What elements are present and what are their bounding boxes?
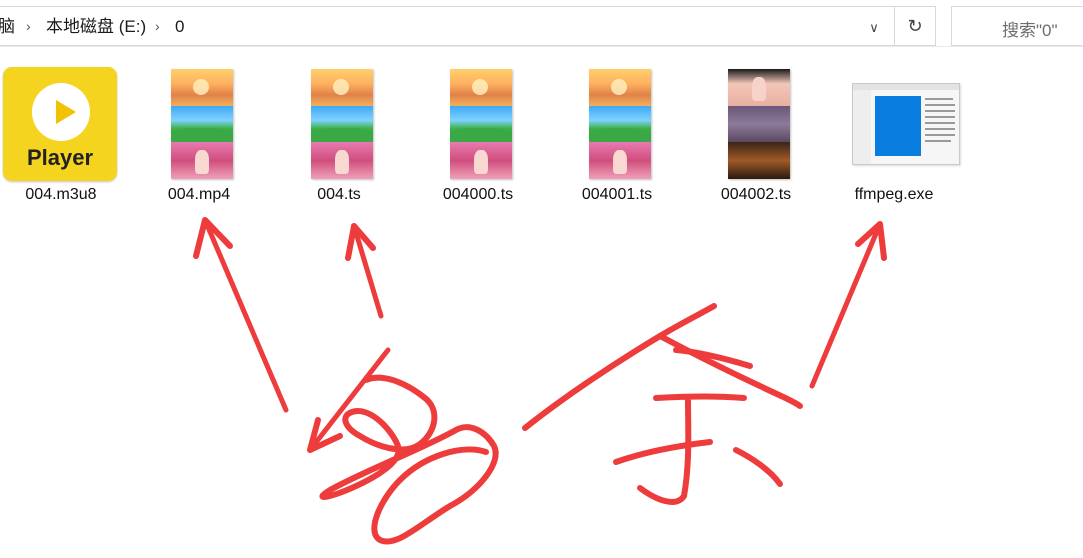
video-thumbnail [171,69,233,179]
video-thumbnail [589,69,651,179]
file-item-004001-ts[interactable]: 004001.ts [556,64,678,214]
file-item-ts[interactable]: 004.ts [278,64,400,214]
refresh-icon[interactable]: ↻ [902,15,928,37]
video-thumbnail [728,69,790,179]
play-icon [56,100,76,124]
file-name: ffmpeg.exe [854,186,934,203]
annotation-strokes [193,217,887,545]
file-item-m3u8[interactable]: Player 004.m3u8 [0,64,122,214]
file-name: 004.ts [317,186,361,203]
breadcrumb-drive-e[interactable]: 本地磁盘 (E:) [46,16,146,38]
file-name: 004.m3u8 [25,186,97,203]
play-circle [32,83,90,141]
chevron-down-icon[interactable]: ∨ [862,17,886,39]
file-name: 004002.ts [720,186,792,203]
handwriting-yu-2 [657,333,803,409]
arrow-down-left [307,347,391,453]
arrow-to-ts [351,223,384,319]
address-bar[interactable]: 脑 › 本地磁盘 (E:) › 0 ∨ ↻ [0,6,936,46]
arrow-head-icon [345,223,376,261]
file-item-004002-ts[interactable]: 004002.ts [695,64,817,214]
video-thumbnail [311,69,373,179]
search-placeholder: 搜索"0" [1002,21,1058,40]
file-item-mp4[interactable]: 004.mp4 [138,64,260,214]
arrow-head-icon [855,221,887,261]
arrow-to-mp4 [202,217,289,413]
handwriting-duo [319,374,499,545]
toolbar-divider [0,46,1083,47]
breadcrumb-computer[interactable]: 脑 [0,16,15,38]
player-icon: Player [3,67,117,181]
application-icon [852,83,960,165]
handwriting-yu-4 [733,447,783,487]
arrow-head-icon [193,217,233,259]
file-name: 004001.ts [581,186,653,203]
file-item-ffmpeg-exe[interactable]: ffmpeg.exe [833,64,960,214]
chevron-right-icon[interactable]: › [26,18,31,34]
handwriting-yu [522,303,717,431]
breadcrumb-folder-0[interactable]: 0 [175,16,184,38]
file-name: 004.mp4 [167,186,231,203]
handwriting-yu-3 [613,347,753,505]
player-logo-text: Player [26,145,94,170]
arrow-to-ffmpeg [809,221,883,389]
search-input[interactable]: 搜索"0" [951,6,1083,46]
file-name: 004000.ts [442,186,514,203]
video-thumbnail [450,69,512,179]
address-divider [894,7,895,45]
chevron-right-icon[interactable]: › [155,18,160,34]
arrow-head-icon [307,417,343,453]
file-item-004000-ts[interactable]: 004000.ts [417,64,539,214]
